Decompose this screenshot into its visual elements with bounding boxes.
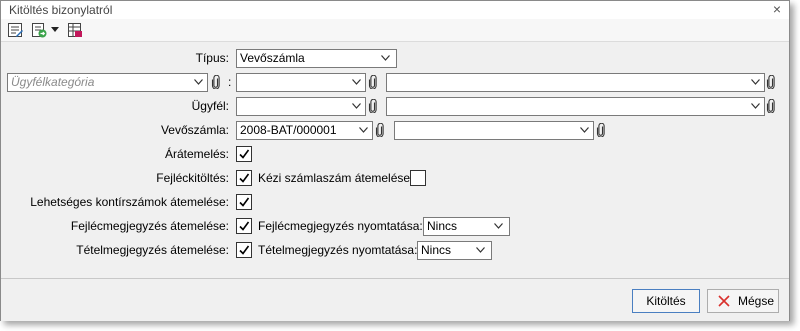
- tetelmegjegyzes-nyomtatas-label: Tételmegjegyzés nyomtatása:: [258, 243, 418, 257]
- tetelmegjegyzes-nyomtatas-value: Nincs: [421, 243, 452, 257]
- fejlecmegjegyzes-nyomtatas-label: Fejlécmegjegyzés nyomtatása:: [258, 219, 423, 233]
- chevron-down-icon: [352, 103, 361, 109]
- fejlecmegjegyzes-label: Fejlécmegjegyzés átemelése:: [70, 219, 229, 233]
- megse-button-label: Mégse: [738, 294, 775, 308]
- fill-document-icon[interactable]: [31, 22, 47, 38]
- dropdown-arrow-icon[interactable]: [51, 27, 59, 33]
- colon-separator: :: [228, 75, 232, 89]
- tetelmegjegyzes-label: Tételmegjegyzés átemelése:: [76, 243, 229, 257]
- vevoszamla-value: 2008-BAT/000001: [240, 123, 337, 137]
- checkmark-icon: [238, 244, 250, 256]
- attachment-icon[interactable]: [375, 123, 385, 137]
- checkmark-icon: [238, 220, 250, 232]
- ugyfel-name-select[interactable]: [386, 97, 765, 116]
- vevoszamla-detail-select[interactable]: [394, 121, 594, 140]
- aratemeles-label: Árátemelés:: [164, 147, 229, 161]
- edit-form-icon[interactable]: [7, 22, 23, 38]
- chevron-down-icon: [352, 79, 361, 85]
- table-check-icon[interactable]: [67, 22, 83, 38]
- kitoltes-button[interactable]: Kitöltés: [632, 289, 700, 313]
- attachment-icon[interactable]: [596, 123, 606, 137]
- attachment-icon[interactable]: [766, 99, 776, 113]
- chevron-down-icon: [359, 127, 368, 133]
- ugyfel-label: Ügyfél:: [191, 99, 229, 113]
- tetelmegjegyzes-nyomtatas-select[interactable]: Nincs: [417, 241, 492, 260]
- fejlecmegjegyzes-nyomtatas-value: Nincs: [427, 219, 458, 233]
- checkmark-icon: [238, 196, 250, 208]
- chevron-down-icon: [476, 247, 485, 253]
- tetelmegjegyzes-checkbox[interactable]: [236, 242, 252, 258]
- chevron-down-icon: [494, 223, 503, 229]
- vevoszamla-label: Vevőszámla:: [160, 123, 229, 137]
- checkmark-icon: [238, 172, 250, 184]
- fejleckitoltes-checkbox[interactable]: [236, 170, 252, 186]
- ugyfel-code-select[interactable]: [236, 97, 366, 116]
- tipus-value: Vevőszámla: [240, 51, 305, 65]
- toolbar: [1, 19, 789, 42]
- window-title: Kitöltés bizonylatról: [9, 3, 113, 17]
- chevron-down-icon: [194, 79, 203, 85]
- vevoszamla-select[interactable]: 2008-BAT/000001: [236, 121, 373, 140]
- kontirszamok-checkbox[interactable]: [236, 194, 252, 210]
- fejlecmegjegyzes-nyomtatas-select[interactable]: Nincs: [423, 217, 510, 236]
- chevron-down-icon: [580, 127, 589, 133]
- kontirszamok-label: Lehetséges kontírszámok átemelése:: [30, 195, 229, 209]
- tipus-label: Típus:: [195, 51, 229, 65]
- title-bar: Kitöltés bizonylatról ×: [1, 1, 789, 19]
- chevron-down-icon: [751, 79, 760, 85]
- kitoltes-button-label: Kitöltés: [646, 294, 686, 308]
- ugyfelkategoria-select[interactable]: Ügyfélkategória: [7, 73, 208, 92]
- aratemeles-checkbox[interactable]: [236, 146, 252, 162]
- close-icon[interactable]: ×: [773, 1, 781, 17]
- chevron-down-icon: [381, 55, 390, 61]
- ugyfelkategoria-code-select[interactable]: [236, 73, 366, 92]
- attachment-icon[interactable]: [368, 75, 378, 89]
- attachment-icon[interactable]: [211, 75, 221, 89]
- attachment-icon[interactable]: [766, 75, 776, 89]
- dialog-window: Kitöltés bizonylatról × Típus: Vevőszáml…: [0, 0, 790, 321]
- kezi-szamlaszam-checkbox[interactable]: [410, 170, 426, 186]
- cancel-x-icon: [718, 295, 730, 307]
- tipus-select[interactable]: Vevőszámla: [236, 49, 397, 68]
- button-bar: Kitöltés Mégse: [1, 278, 789, 321]
- ugyfelkategoria-placeholder: Ügyfélkategória: [11, 75, 95, 89]
- attachment-icon[interactable]: [368, 99, 378, 113]
- chevron-down-icon: [751, 103, 760, 109]
- fejleckitoltes-label: Fejléckitöltés:: [156, 171, 229, 185]
- megse-button[interactable]: Mégse: [707, 289, 779, 313]
- checkmark-icon: [238, 148, 250, 160]
- ugyfelkategoria-name-select[interactable]: [386, 73, 765, 92]
- fejlecmegjegyzes-checkbox[interactable]: [236, 218, 252, 234]
- kezi-szamlaszam-label: Kézi számlaszám átemelése:: [258, 171, 414, 185]
